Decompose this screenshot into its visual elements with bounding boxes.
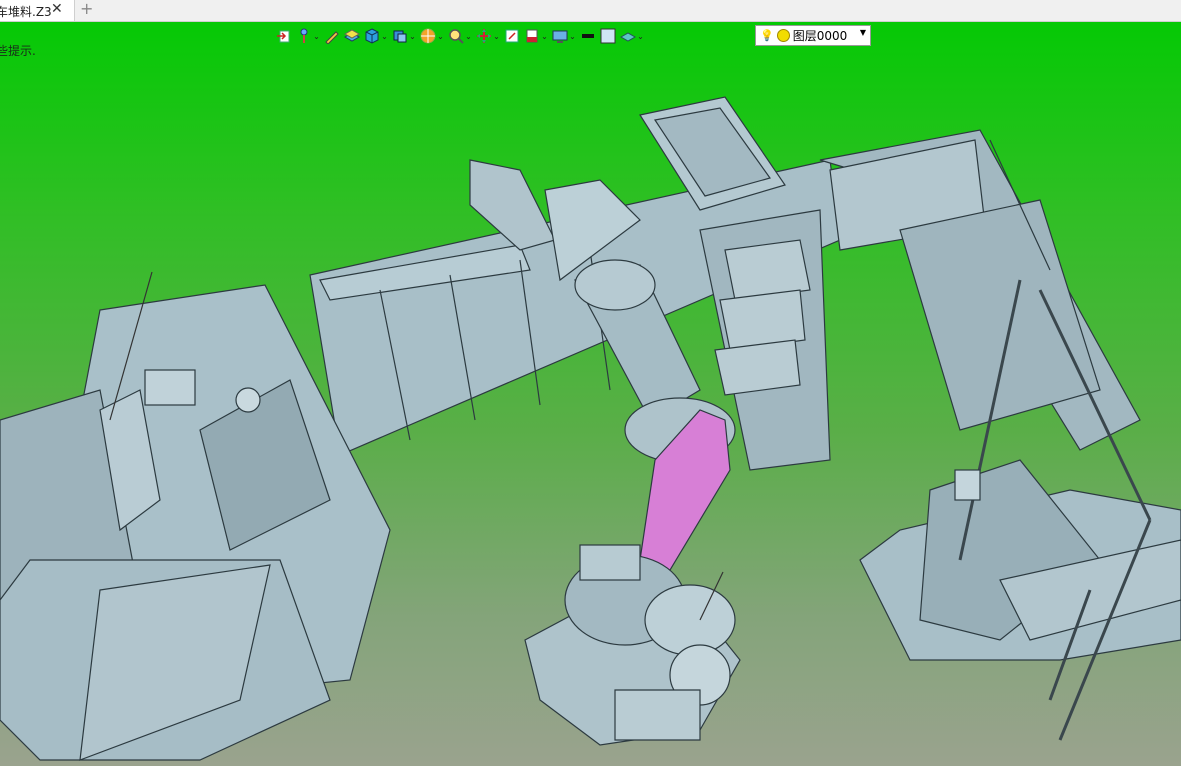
layer-color-icon — [776, 29, 790, 42]
document-tab[interactable]: 车堆料.Z3 ✕ — [0, 0, 75, 21]
document-tab-title: 车堆料.Z3 — [0, 5, 52, 19]
bulb-icon: 💡 — [760, 29, 774, 42]
chevron-down-icon[interactable]: ⌄ — [493, 32, 500, 41]
pan-icon[interactable]: ⌄ — [476, 26, 500, 46]
chevron-down-icon[interactable]: ⌄ — [541, 32, 548, 41]
render-ball-icon[interactable]: ⌄ — [420, 26, 444, 46]
pen-icon[interactable] — [324, 26, 340, 46]
chevron-down-icon[interactable]: ⌄ — [381, 32, 388, 41]
zoom-icon[interactable]: ⌄ — [448, 26, 472, 46]
chevron-down-icon[interactable]: ⌄ — [313, 32, 320, 41]
display-icon[interactable]: ⌄ — [552, 26, 576, 46]
chevron-down-icon[interactable]: ⌄ — [465, 32, 472, 41]
chevron-down-icon[interactable]: ⌄ — [409, 32, 416, 41]
line-color-icon[interactable] — [580, 26, 596, 46]
view-cube-icon[interactable]: ⌄ — [392, 26, 416, 46]
view-toolbar: ⌄ ⌄ ⌄ ⌄ ⌄ ⌄ ⌄ ⌄ ⌄ — [276, 25, 644, 47]
chevron-down-icon[interactable]: ⌄ — [437, 32, 444, 41]
close-icon[interactable]: ✕ — [51, 1, 63, 17]
cad-model[interactable] — [0, 22, 1181, 766]
cube-icon[interactable]: ⌄ — [364, 26, 388, 46]
material-icon[interactable]: ⌄ — [620, 26, 644, 46]
fill-color-icon[interactable] — [600, 26, 616, 46]
import-icon[interactable] — [276, 26, 292, 46]
plus-icon[interactable]: + — [80, 0, 93, 18]
pointer-icon[interactable]: ⌄ — [296, 26, 320, 46]
layer-stack-icon[interactable] — [344, 26, 360, 46]
chevron-down-icon[interactable]: ⌄ — [569, 32, 576, 41]
fit-view-icon[interactable] — [504, 26, 520, 46]
layer-select[interactable]: 💡 图层0000 ▼ — [755, 25, 871, 46]
dropdown-arrow-icon[interactable]: ▼ — [860, 28, 866, 37]
document-tab-bar: 车堆料.Z3 ✕ + — [0, 0, 1181, 22]
layer-name: 图层0000 — [792, 29, 848, 43]
3d-viewport[interactable]: 些提示. ⌄ ⌄ ⌄ ⌄ ⌄ ⌄ ⌄ ⌄ ⌄ 💡 图层0000 ▼ — [0, 22, 1181, 766]
chevron-down-icon[interactable]: ⌄ — [637, 32, 644, 41]
section-icon[interactable]: ⌄ — [524, 26, 548, 46]
